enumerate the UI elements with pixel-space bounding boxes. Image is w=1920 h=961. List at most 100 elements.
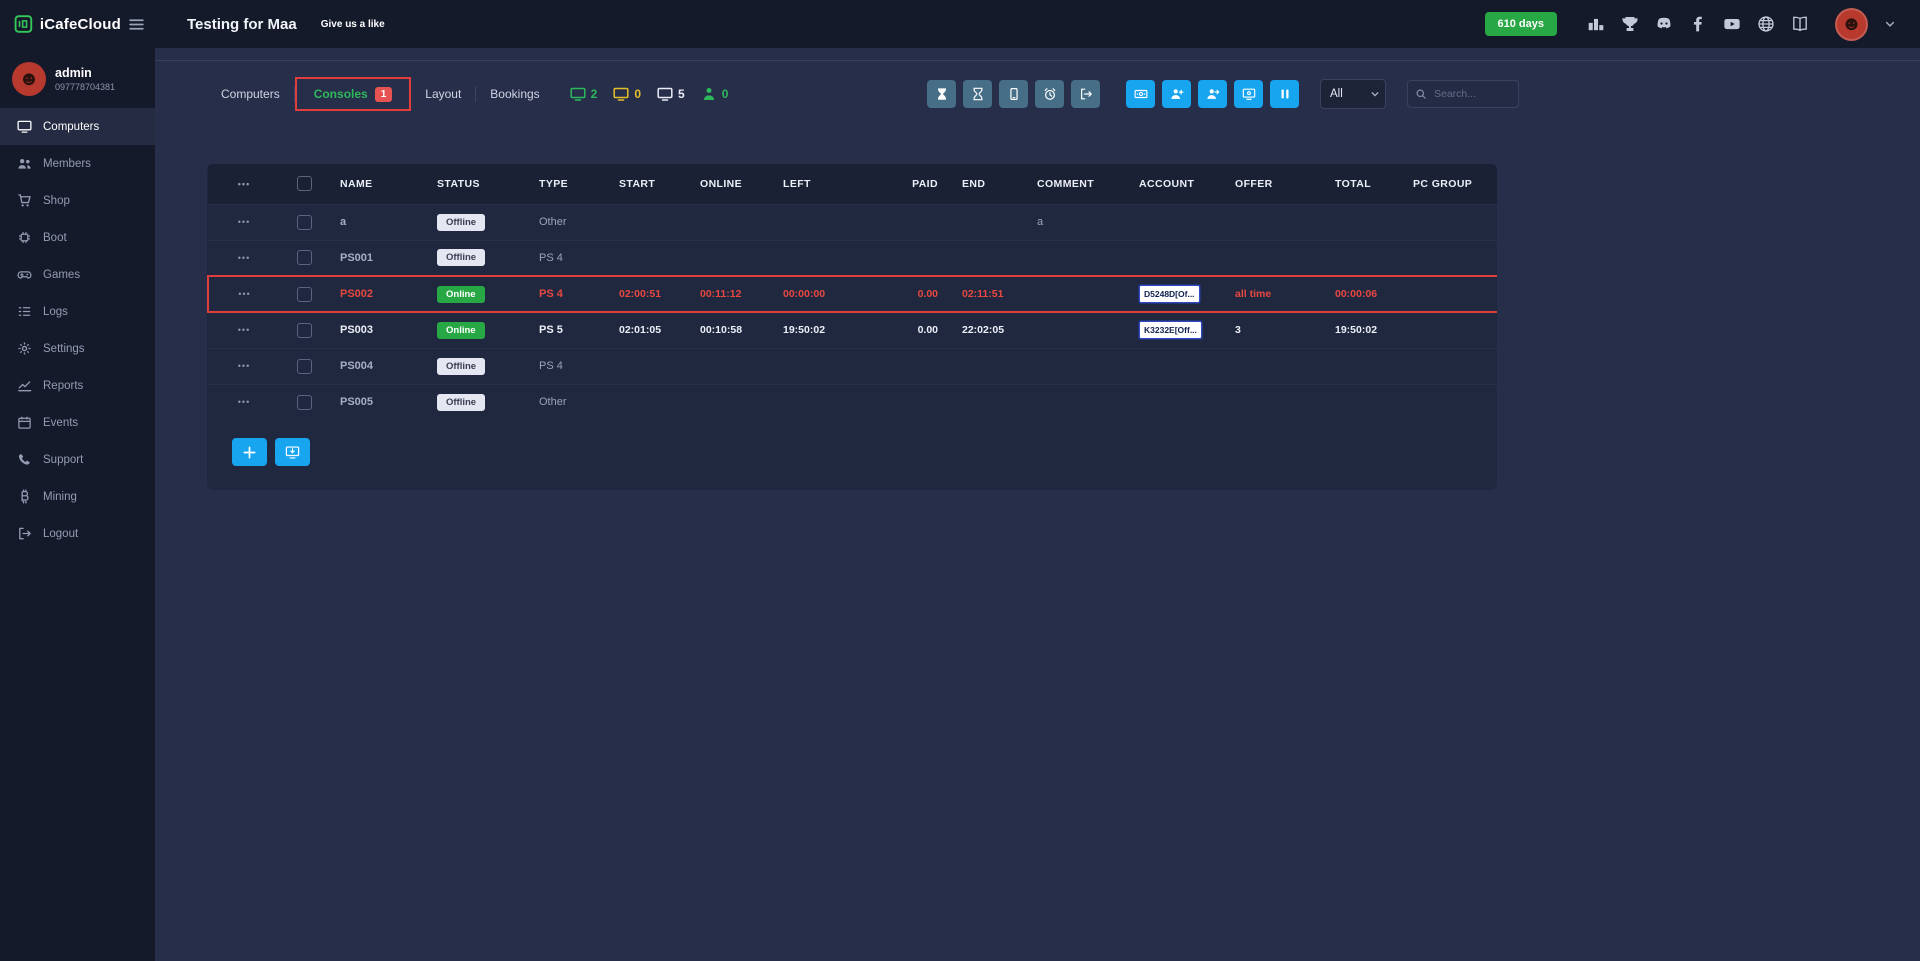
tab-computers[interactable]: Computers — [207, 86, 295, 102]
sidebar-item-logs[interactable]: Logs — [0, 293, 155, 330]
account-tag[interactable]: K3232E[Off... — [1139, 321, 1202, 339]
row-menu-icon[interactable]: ••• — [238, 325, 250, 335]
row-menu-icon[interactable]: ••• — [238, 397, 250, 407]
sign-out-icon — [1079, 87, 1093, 101]
hamburger-menu-icon[interactable] — [128, 16, 145, 33]
cell-total: 19:50:02 — [1323, 312, 1401, 348]
col-header-type: TYPE — [527, 164, 607, 204]
days-remaining-badge[interactable]: 610 days — [1485, 12, 1557, 36]
chevron-down-icon[interactable] — [1884, 18, 1896, 30]
counter-consoles-online: 2 — [570, 86, 598, 102]
cell-end: 02:11:51 — [950, 276, 1025, 312]
monitor-icon — [17, 119, 32, 134]
header-menu-icon[interactable]: ••• — [238, 179, 250, 189]
row-checkbox[interactable] — [297, 359, 312, 374]
sidebar-item-reports[interactable]: Reports — [0, 367, 155, 404]
sidebar-item-games[interactable]: Games — [0, 256, 155, 293]
sidebar-item-label: Members — [43, 158, 91, 170]
pause-button[interactable] — [1270, 80, 1299, 108]
sidebar-item-computers[interactable]: Computers — [0, 108, 155, 145]
assign-user-icon — [1206, 87, 1220, 101]
sidebar-item-settings[interactable]: Settings — [0, 330, 155, 367]
pause-icon — [1278, 87, 1292, 101]
mobile-button[interactable] — [999, 80, 1028, 108]
col-header-end: END — [950, 164, 1025, 204]
sidebar-item-support[interactable]: Support — [0, 441, 155, 478]
sidebar-item-mining[interactable]: Mining — [0, 478, 155, 515]
table-row: ••• PS003 Online PS 5 02:01:05 00:10:58 … — [208, 312, 1497, 348]
row-checkbox[interactable] — [297, 250, 312, 265]
stats-icon[interactable] — [1587, 15, 1605, 33]
deploy-console-button[interactable] — [275, 438, 310, 466]
monitor-icon — [570, 86, 586, 102]
globe-icon[interactable] — [1757, 15, 1775, 33]
chip-icon — [17, 230, 32, 245]
select-all-checkbox[interactable] — [297, 176, 312, 191]
filter-select-wrap: All — [1320, 79, 1386, 109]
tab-layout[interactable]: Layout — [411, 86, 476, 102]
row-checkbox[interactable] — [297, 287, 312, 302]
counter-value: 0 — [634, 87, 641, 101]
cell-pc-group — [1401, 276, 1497, 312]
sign-out-button[interactable] — [1071, 80, 1100, 108]
cell-end: 22:02:05 — [950, 312, 1025, 348]
sidebar-item-label: Mining — [43, 491, 77, 503]
row-checkbox[interactable] — [297, 395, 312, 410]
give-us-a-like-link[interactable]: Give us a like — [321, 19, 385, 30]
status-badge: Offline — [437, 249, 485, 266]
chart-line-icon — [17, 378, 32, 393]
cell-comment — [1025, 276, 1127, 312]
row-menu-icon[interactable]: ••• — [238, 253, 250, 263]
header-divider — [155, 48, 1920, 61]
add-user-button[interactable] — [1162, 80, 1191, 108]
row-checkbox[interactable] — [297, 215, 312, 230]
assign-user-button[interactable] — [1198, 80, 1227, 108]
cell-paid: 0.00 — [893, 276, 950, 312]
sidebar-nav: Computers Members Shop Boot Games Logs S… — [0, 108, 155, 552]
status-badge: Offline — [437, 214, 485, 231]
youtube-icon[interactable] — [1723, 15, 1741, 33]
console-screen-button[interactable] — [1234, 80, 1263, 108]
row-checkbox[interactable] — [297, 323, 312, 338]
cell-offer: 3 — [1223, 312, 1323, 348]
tab-consoles[interactable]: Consoles 1 — [300, 86, 407, 102]
account-tag[interactable]: D5248D[Of... — [1139, 285, 1200, 303]
add-console-button[interactable] — [232, 438, 267, 466]
trophy-icon[interactable] — [1621, 15, 1639, 33]
hourglass-half-button[interactable] — [963, 80, 992, 108]
row-menu-icon[interactable]: ••• — [238, 361, 250, 371]
table-row: ••• a Offline Other a — [208, 204, 1497, 240]
row-menu-icon[interactable]: ••• — [238, 217, 250, 227]
sidebar-item-logout[interactable]: Logout — [0, 515, 155, 552]
sidebar-item-members[interactable]: Members — [0, 145, 155, 182]
bitcoin-icon — [17, 489, 32, 504]
col-header-status: STATUS — [425, 164, 527, 204]
sidebar-item-shop[interactable]: Shop — [0, 182, 155, 219]
cart-icon — [17, 193, 32, 208]
col-header-left: LEFT — [771, 164, 893, 204]
hourglass-button[interactable] — [927, 80, 956, 108]
row-menu-icon[interactable]: ••• — [238, 289, 250, 299]
admin-profile[interactable]: ☻ admin 097778704381 — [0, 48, 155, 108]
consoles-table: ••• NAME STATUS TYPE START ONLINE LEFT P… — [207, 164, 1497, 420]
tab-label: Bookings — [490, 87, 539, 101]
counter-value: 2 — [591, 87, 598, 101]
user-avatar[interactable]: ☻ — [1835, 8, 1868, 41]
col-header-offer: OFFER — [1223, 164, 1323, 204]
monitor-icon — [657, 86, 673, 102]
col-header-account: ACCOUNT — [1127, 164, 1223, 204]
sidebar-item-events[interactable]: Events — [0, 404, 155, 441]
alarm-button[interactable] — [1035, 80, 1064, 108]
cell-paid: 0.00 — [893, 312, 950, 348]
filter-select[interactable]: All — [1320, 79, 1386, 109]
person-icon — [701, 86, 717, 102]
cash-button[interactable] — [1126, 80, 1155, 108]
admin-avatar: ☻ — [12, 62, 46, 96]
discord-icon[interactable] — [1655, 15, 1673, 33]
counter-consoles-total: 5 — [657, 86, 685, 102]
book-icon[interactable] — [1791, 15, 1809, 33]
brand-area: iCafeCloud — [0, 0, 155, 48]
tab-bookings[interactable]: Bookings — [476, 86, 553, 102]
sidebar-item-boot[interactable]: Boot — [0, 219, 155, 256]
facebook-icon[interactable] — [1689, 15, 1707, 33]
